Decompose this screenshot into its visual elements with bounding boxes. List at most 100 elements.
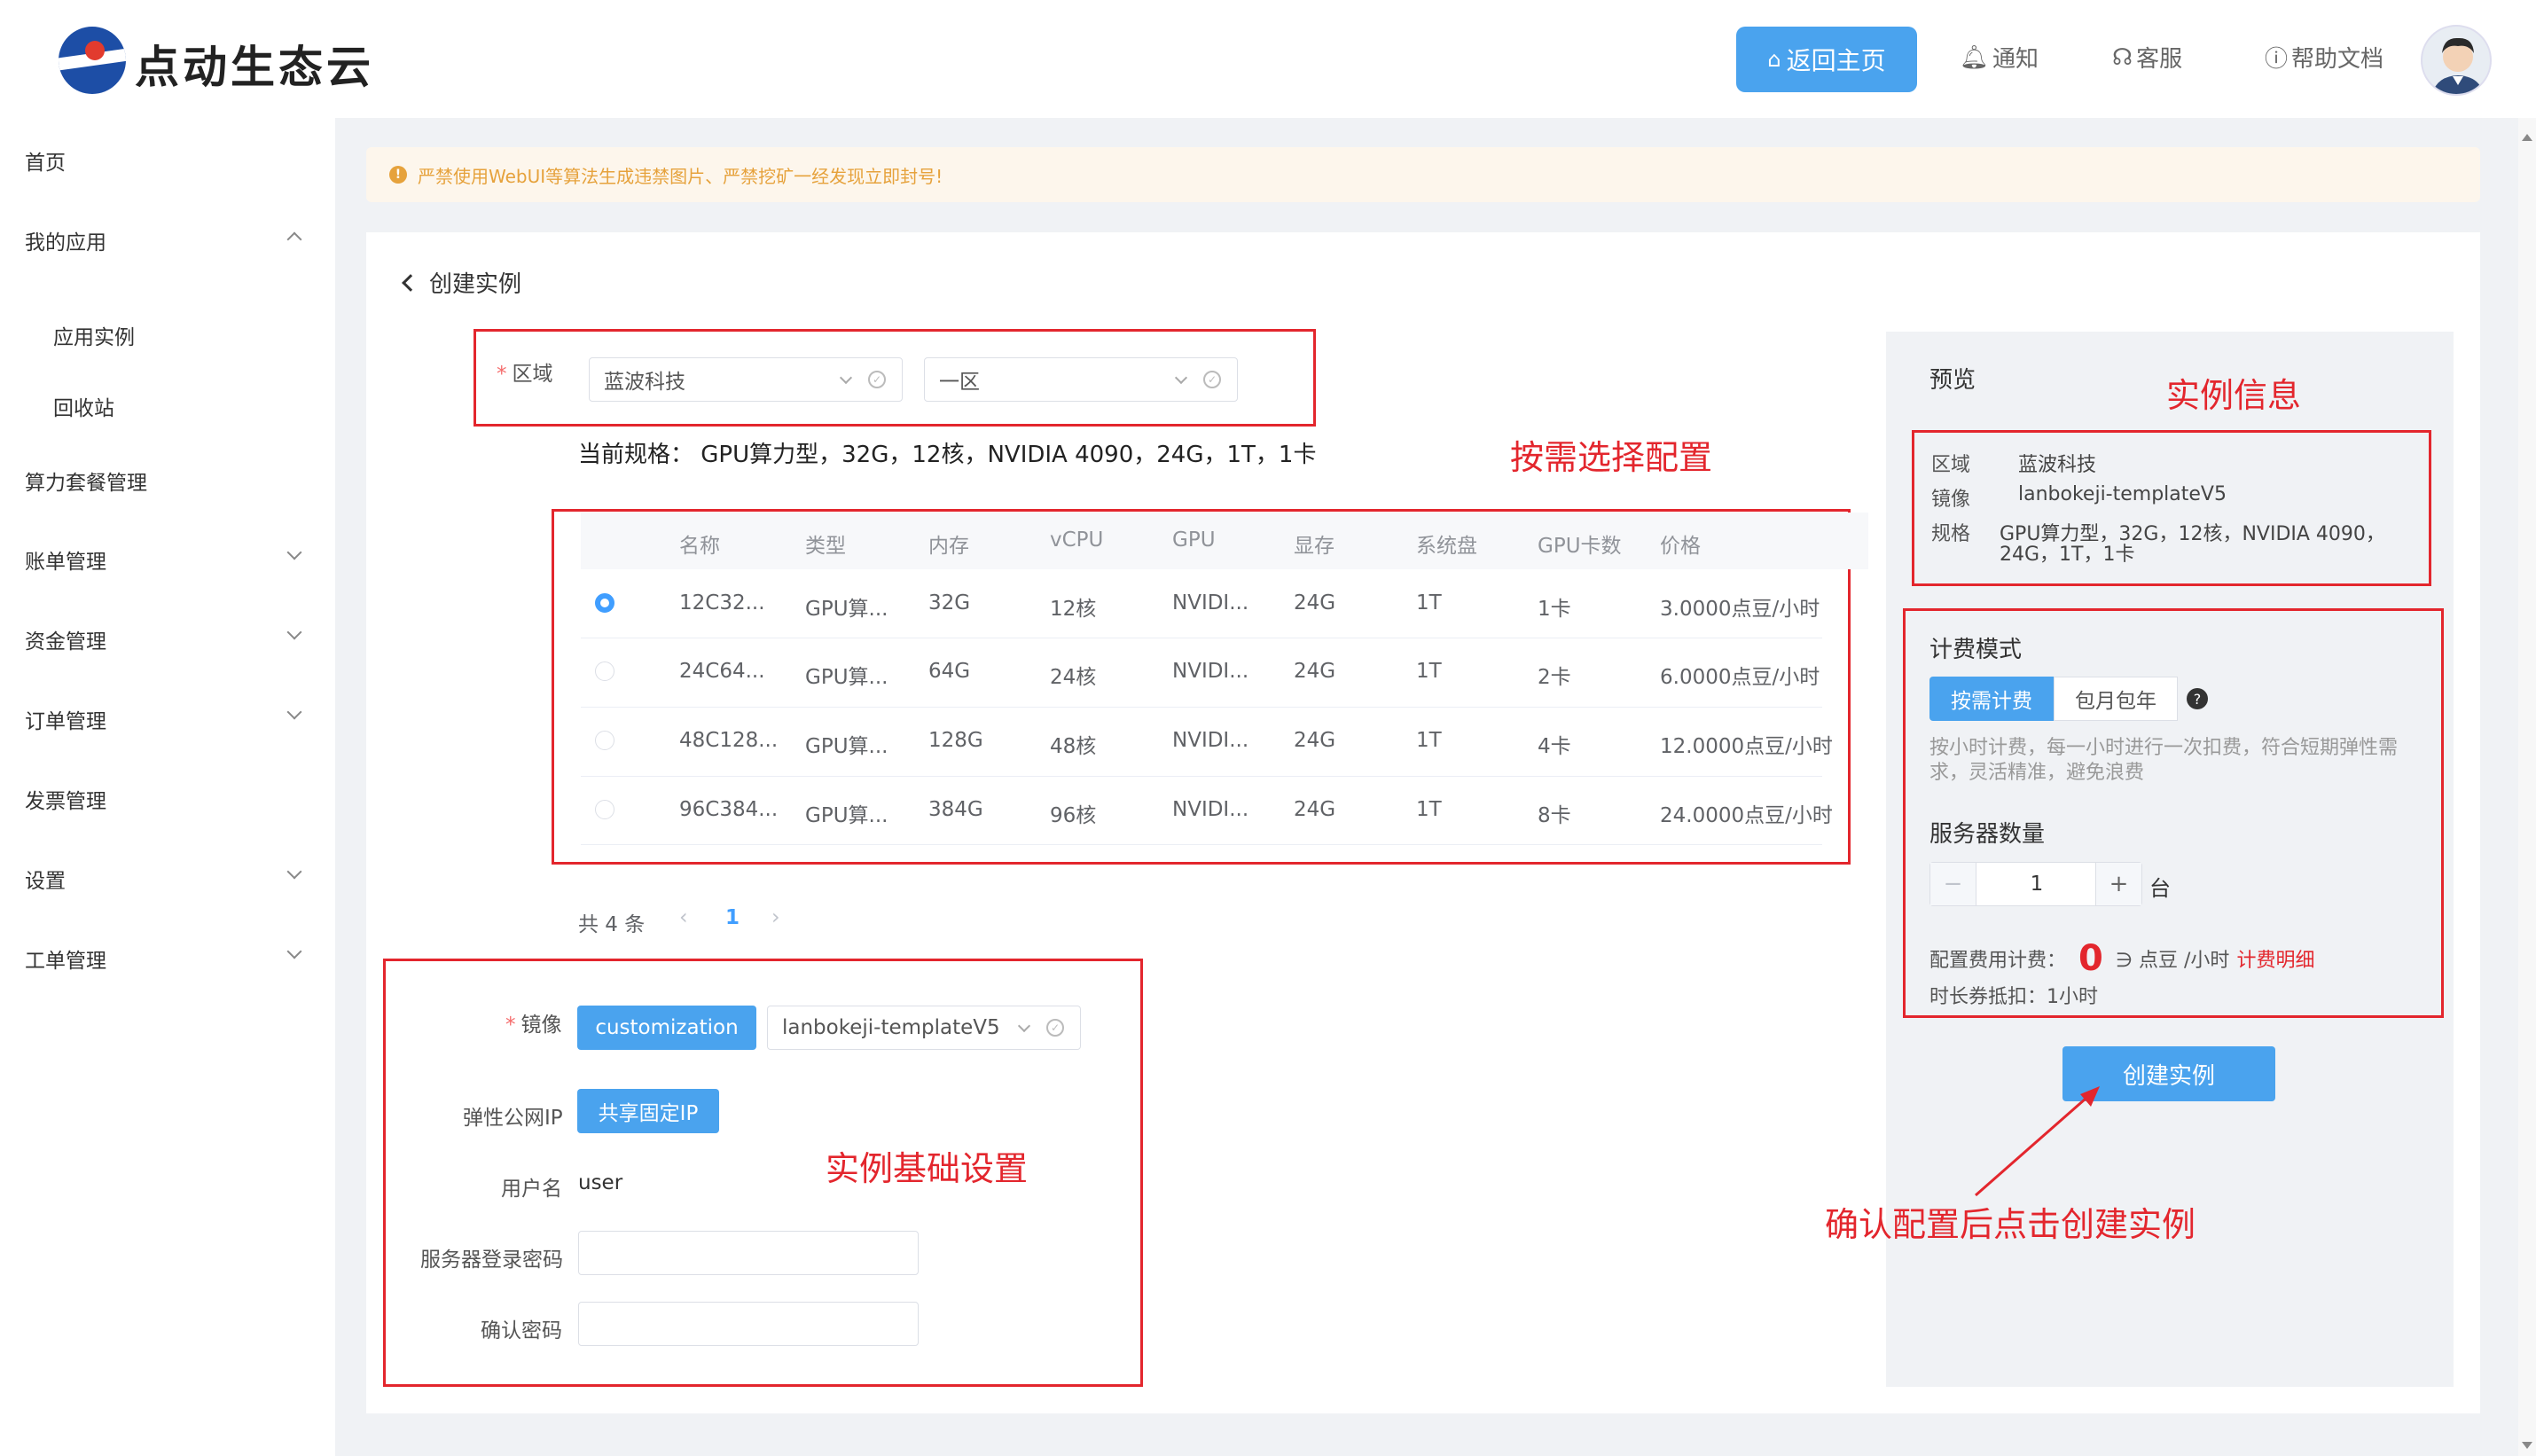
table-cell: 24核 xyxy=(1050,666,1097,689)
preview-image-value: lanbokeji-templateV5 xyxy=(2018,483,2227,505)
sidebar-item-packages[interactable]: 算力套餐管理 xyxy=(25,466,147,496)
billing-monthly-tab[interactable]: 包月包年 xyxy=(2054,677,2178,721)
billing-on-demand-tab[interactable]: 按需计费 xyxy=(1929,677,2054,721)
avatar-icon xyxy=(2431,37,2485,94)
password-input[interactable] xyxy=(578,1231,919,1275)
table-cell: 24.0000点豆/小时 xyxy=(1660,804,1833,827)
annotation-arrow xyxy=(1975,1086,2100,1197)
service-link[interactable]: ☊ 客服 xyxy=(2112,41,2182,74)
minus-icon[interactable]: − xyxy=(1930,863,1976,905)
quantity-stepper[interactable]: − 1 + xyxy=(1929,862,2142,906)
table-cell: 24G xyxy=(1294,591,1336,614)
shared-ip-button[interactable]: 共享固定IP xyxy=(577,1089,719,1133)
row-divider xyxy=(581,844,1822,845)
table-cell: 128G xyxy=(928,729,983,752)
plus-icon[interactable]: + xyxy=(2095,863,2141,905)
billing-description: 按小时计费，每一小时进行一次扣费，符合短期弹性需 求，灵活精准，避免浪费 xyxy=(1929,737,2399,784)
chevron-down-icon[interactable] xyxy=(286,704,302,720)
annotation-box-info xyxy=(1912,430,2431,586)
image-type-button[interactable]: customization xyxy=(577,1006,756,1050)
chevron-down-icon xyxy=(839,371,853,385)
chevron-down-icon xyxy=(1017,1019,1031,1033)
cost-detail-link[interactable]: 计费明细 xyxy=(2236,944,2314,973)
cost-value: 0 xyxy=(2078,938,2103,979)
notify-link[interactable]: 🔔︎ 通知 xyxy=(1960,41,2039,74)
check-circle-icon: ✓ xyxy=(1203,371,1221,388)
confirm-password-input[interactable] xyxy=(578,1302,919,1346)
col-header-price: 价格 xyxy=(1660,535,1701,558)
sidebar-item-tickets[interactable]: 工单管理 xyxy=(25,943,106,974)
col-header-gpu: GPU xyxy=(1172,528,1216,552)
ip-label: 弹性公网IP xyxy=(463,1107,563,1130)
image-select[interactable]: lanbokeji-templateV5 ✓ xyxy=(767,1006,1081,1050)
prev-page-icon[interactable]: ‹ xyxy=(679,904,688,929)
row-radio[interactable] xyxy=(595,731,614,750)
back-title[interactable]: 创建实例 xyxy=(402,266,521,299)
table-cell: NVIDI... xyxy=(1172,591,1249,614)
sidebar-item-home[interactable]: 首页 xyxy=(25,145,66,176)
sidebar-item-recycle[interactable]: 回收站 xyxy=(53,391,114,421)
sidebar-item-instances[interactable]: 应用实例 xyxy=(53,320,135,350)
sidebar-item-orders[interactable]: 订单管理 xyxy=(25,704,106,734)
annotation-instance-info: 实例信息 xyxy=(2166,376,2302,415)
preview-region-value: 蓝波科技 xyxy=(2018,454,2097,476)
scrollbar[interactable] xyxy=(2518,118,2536,1456)
row-radio-selected[interactable] xyxy=(595,593,614,613)
headset-icon: ☊ xyxy=(2112,43,2133,71)
scroll-up-icon[interactable] xyxy=(2522,134,2532,141)
sidebar-item-my-apps[interactable]: 我的应用 xyxy=(25,225,106,255)
table-cell: NVIDI... xyxy=(1172,798,1249,821)
help-link[interactable]: ⓘ 帮助文档 xyxy=(2265,41,2383,74)
scroll-down-icon[interactable] xyxy=(2522,1442,2532,1449)
zone-select[interactable]: 一区 ✓ xyxy=(924,357,1238,402)
row-radio[interactable] xyxy=(595,661,614,681)
preview-spec-value-cont: 24G，1T，1卡 xyxy=(2000,544,2135,566)
sidebar-item-invoices[interactable]: 发票管理 xyxy=(25,784,106,814)
col-header-type: 类型 xyxy=(805,535,846,558)
next-page-icon[interactable]: › xyxy=(771,904,780,929)
preview-region-key: 区域 xyxy=(1931,454,1971,476)
chevron-down-icon[interactable] xyxy=(286,864,302,880)
col-header-memory: 内存 xyxy=(928,535,969,558)
region-select[interactable]: 蓝波科技 ✓ xyxy=(589,357,903,402)
table-cell: 12.0000点豆/小时 xyxy=(1660,735,1833,758)
logo-text: 点动生态云 xyxy=(135,42,374,93)
table-cell: 2卡 xyxy=(1538,666,1571,689)
avatar[interactable] xyxy=(2421,25,2492,96)
row-radio[interactable] xyxy=(595,800,614,819)
sidebar-item-funds[interactable]: 资金管理 xyxy=(25,624,106,654)
sidebar-item-billing[interactable]: 账单管理 xyxy=(25,544,106,575)
table-cell: GPU算... xyxy=(805,666,888,689)
table-cell: 24C64... xyxy=(679,660,765,683)
col-header-gpu-count: GPU卡数 xyxy=(1538,535,1622,558)
page-number[interactable]: 1 xyxy=(725,906,740,929)
sidebar-item-settings[interactable]: 设置 xyxy=(25,864,66,894)
warning-notice: ! 严禁使用WebUI等算法生成违禁图片、严禁挖矿一经发现立即封号! xyxy=(366,147,2480,202)
table-cell: 8卡 xyxy=(1538,804,1571,827)
table-cell: 64G xyxy=(928,660,971,683)
table-cell: 48C128... xyxy=(679,729,779,752)
password-label: 服务器登录密码 xyxy=(420,1249,563,1272)
chevron-down-icon[interactable] xyxy=(286,624,302,640)
quantity-value[interactable]: 1 xyxy=(1976,863,2097,905)
table-cell: 1T xyxy=(1416,729,1442,752)
table-cell: GPU算... xyxy=(805,804,888,827)
table-cell: 96C384... xyxy=(679,798,779,821)
chevron-down-icon[interactable] xyxy=(286,544,302,560)
table-cell: 24G xyxy=(1294,729,1336,752)
voucher-text: 时长券抵扣：1小时 xyxy=(1929,986,2098,1008)
annotation-basic-settings: 实例基础设置 xyxy=(826,1149,1029,1188)
chevron-down-icon xyxy=(1174,371,1188,385)
table-cell: NVIDI... xyxy=(1172,729,1249,752)
question-icon[interactable]: ? xyxy=(2187,688,2208,709)
table-cell: 48核 xyxy=(1050,735,1097,758)
home-button[interactable]: ⌂ 返回主页 xyxy=(1736,27,1917,92)
confirm-password-label: 确认密码 xyxy=(481,1319,562,1342)
chevron-up-icon[interactable] xyxy=(286,231,302,247)
home-icon: ⌂ xyxy=(1767,47,1781,72)
chevron-left-icon xyxy=(402,273,419,292)
logo-icon xyxy=(59,27,126,94)
table-cell: 32G xyxy=(928,591,971,614)
help-icon: ⓘ xyxy=(2265,46,2289,73)
chevron-down-icon[interactable] xyxy=(286,943,302,959)
